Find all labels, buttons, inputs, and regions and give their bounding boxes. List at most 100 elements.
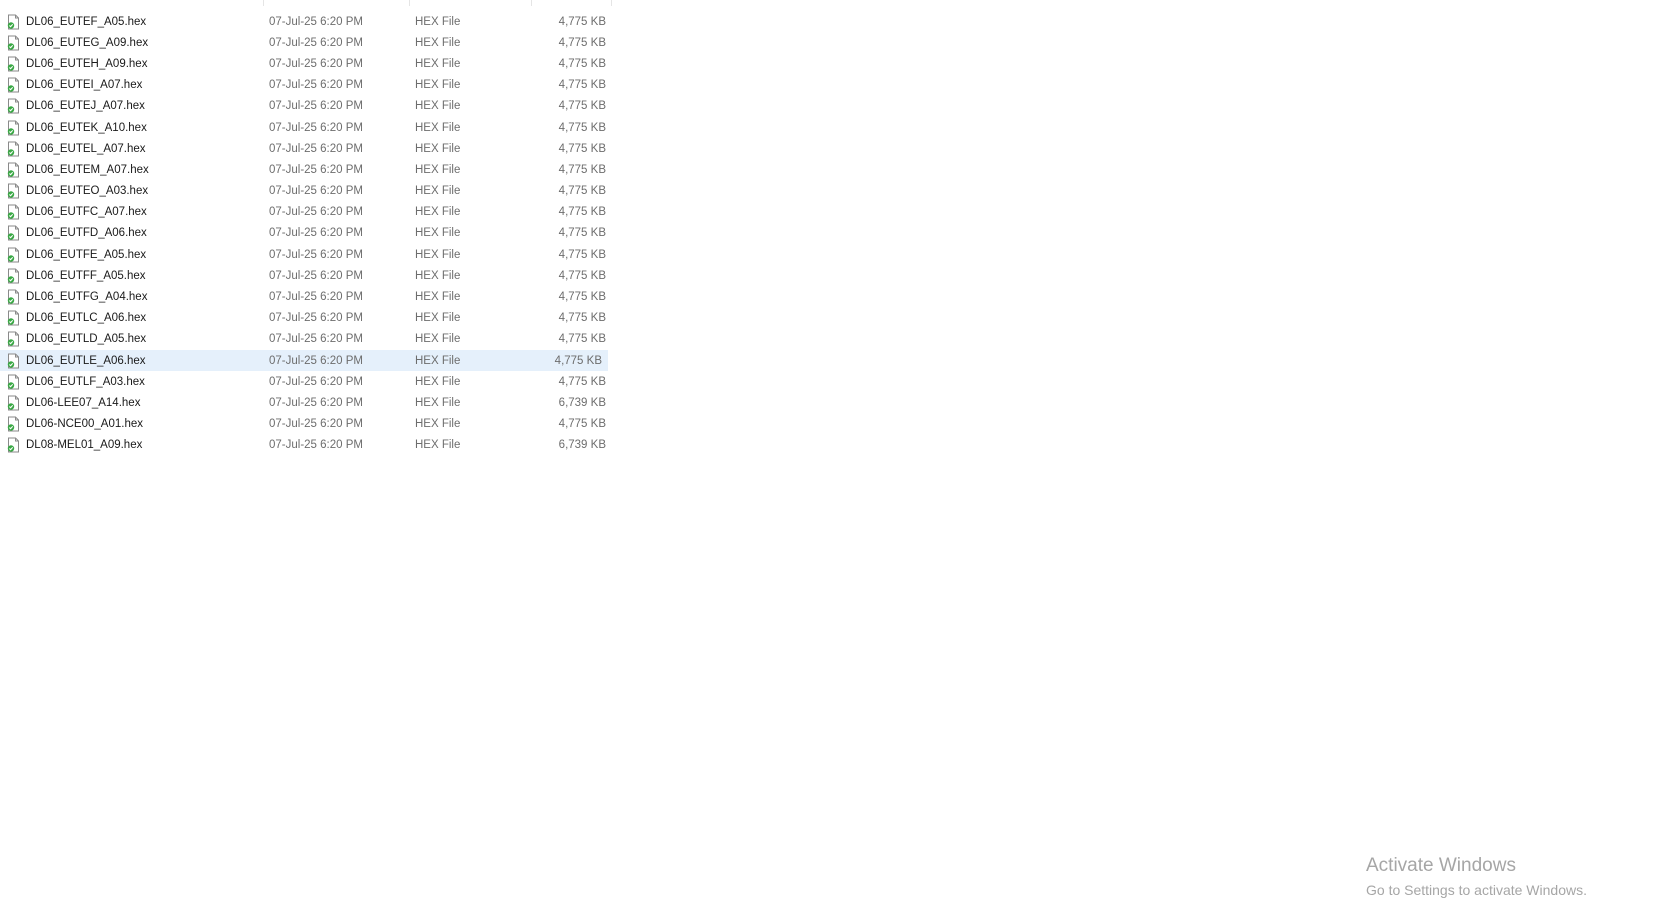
hex-file-icon <box>7 395 20 411</box>
file-name[interactable]: DL06_EUTLD_A05.hex <box>26 333 146 345</box>
file-name[interactable]: DL06_EUTEJ_A07.hex <box>26 100 145 112</box>
type-column-divider[interactable] <box>531 0 532 6</box>
file-size: 4,775 KB <box>558 291 606 304</box>
file-type: HEX File <box>415 312 461 325</box>
hex-file-icon <box>7 416 20 432</box>
file-date-modified: 07-Jul-25 6:20 PM <box>269 57 363 70</box>
file-size: 4,775 KB <box>558 418 606 431</box>
file-name[interactable]: DL06_EUTEG_A09.hex <box>26 37 148 49</box>
file-row[interactable]: DL06_EUTLF_A03.hex 07-Jul-25 6:20 PM HEX F… <box>0 371 612 392</box>
file-row[interactable]: DL06_EUTEF_A05.hex 07-Jul-25 6:20 PM HEX F… <box>0 11 612 32</box>
file-size: 4,775 KB <box>558 163 606 176</box>
size-column-divider[interactable] <box>611 0 612 6</box>
file-name[interactable]: DL06_EUTLF_A03.hex <box>26 376 145 388</box>
file-size: 4,775 KB <box>558 333 606 346</box>
file-type: HEX File <box>415 57 461 70</box>
file-type: HEX File <box>415 354 461 367</box>
file-row[interactable]: DL06_EUTLC_A06.hex 07-Jul-25 6:20 PM HEX F… <box>0 308 612 329</box>
file-size: 4,775 KB <box>558 36 606 49</box>
file-row[interactable]: DL06-NCE00_A01.hex 07-Jul-25 6:20 PM HEX F… <box>0 414 612 435</box>
file-size: 4,775 KB <box>558 15 606 28</box>
file-size: 4,775 KB <box>558 142 606 155</box>
file-type: HEX File <box>415 248 461 261</box>
file-date-modified: 07-Jul-25 6:20 PM <box>269 185 363 198</box>
file-row[interactable]: DL06_EUTEL_A07.hex 07-Jul-25 6:20 PM HEX F… <box>0 138 612 159</box>
file-size: 4,775 KB <box>558 121 606 134</box>
hex-file-icon <box>7 225 20 241</box>
hex-file-icon <box>7 204 20 220</box>
activate-windows-watermark: Activate Windows Go to Settings to activ… <box>1366 854 1587 900</box>
file-row[interactable]: DL06_EUTLD_A05.hex 07-Jul-25 6:20 PM HEX F… <box>0 329 612 350</box>
hex-file-icon <box>7 353 20 369</box>
file-row[interactable]: DL06_EUTFG_A04.hex 07-Jul-25 6:20 PM HEX F… <box>0 286 612 307</box>
watermark-title: Activate Windows <box>1366 855 1516 876</box>
file-row[interactable]: DL06_EUTEI_A07.hex 07-Jul-25 6:20 PM HEX F… <box>0 75 612 96</box>
file-date-modified: 07-Jul-25 6:20 PM <box>269 100 363 113</box>
file-name[interactable]: DL06_EUTLE_A06.hex <box>26 355 146 367</box>
file-name[interactable]: DL06-LEE07_A14.hex <box>26 397 140 409</box>
hex-file-icon <box>7 98 20 114</box>
file-row[interactable]: DL06_EUTFC_A07.hex 07-Jul-25 6:20 PM HEX F… <box>0 202 612 223</box>
file-type: HEX File <box>415 375 461 388</box>
file-name[interactable]: DL06_EUTFG_A04.hex <box>26 291 147 303</box>
file-row[interactable]: DL06_EUTEH_A09.hex 07-Jul-25 6:20 PM HEX F… <box>0 53 612 74</box>
file-date-modified: 07-Jul-25 6:20 PM <box>269 163 363 176</box>
date-column-divider[interactable] <box>409 0 410 6</box>
hex-file-icon <box>7 310 20 326</box>
file-type: HEX File <box>415 15 461 28</box>
file-type: HEX File <box>415 418 461 431</box>
file-name[interactable]: DL06_EUTFD_A06.hex <box>26 227 147 239</box>
file-row[interactable]: DL06_EUTFD_A06.hex 07-Jul-25 6:20 PM HEX F… <box>0 223 612 244</box>
file-row[interactable]: DL06-LEE07_A14.hex 07-Jul-25 6:20 PM HEX F… <box>0 392 612 413</box>
file-name[interactable]: DL06_EUTLC_A06.hex <box>26 312 146 324</box>
file-name[interactable]: DL06-NCE00_A01.hex <box>26 418 143 430</box>
file-type: HEX File <box>415 121 461 134</box>
file-name[interactable]: DL06_EUTEM_A07.hex <box>26 164 149 176</box>
file-name[interactable]: DL08-MEL01_A09.hex <box>26 439 142 451</box>
file-size: 4,775 KB <box>558 79 606 92</box>
file-list: DL06_EUTEF_A05.hex 07-Jul-25 6:20 PM HEX F… <box>0 11 612 456</box>
file-row[interactable]: DL06_EUTLE_A06.hex 07-Jul-25 6:20 PM HEX F… <box>0 350 608 372</box>
file-row[interactable]: DL06_EUTEO_A03.hex 07-Jul-25 6:20 PM HEX F… <box>0 181 612 202</box>
file-size: 4,775 KB <box>558 185 606 198</box>
file-name[interactable]: DL06_EUTEO_A03.hex <box>26 185 148 197</box>
hex-file-icon <box>7 120 20 136</box>
file-row[interactable]: DL08-MEL01_A09.hex 07-Jul-25 6:20 PM HEX F… <box>0 435 612 456</box>
file-name[interactable]: DL06_EUTFF_A05.hex <box>26 270 146 282</box>
file-name[interactable]: DL06_EUTFC_A07.hex <box>26 206 147 218</box>
file-type: HEX File <box>415 36 461 49</box>
file-row[interactable]: DL06_EUTEG_A09.hex 07-Jul-25 6:20 PM HEX F… <box>0 32 612 53</box>
file-row[interactable]: DL06_EUTEK_A10.hex 07-Jul-25 6:20 PM HEX F… <box>0 117 612 138</box>
file-type: HEX File <box>415 396 461 409</box>
file-size: 4,775 KB <box>558 248 606 261</box>
file-date-modified: 07-Jul-25 6:20 PM <box>269 248 363 261</box>
file-row[interactable]: DL06_EUTEJ_A07.hex 07-Jul-25 6:20 PM HEX F… <box>0 96 612 117</box>
file-name[interactable]: DL06_EUTEF_A05.hex <box>26 16 146 28</box>
file-size: 6,739 KB <box>558 439 606 452</box>
file-type: HEX File <box>415 206 461 219</box>
file-date-modified: 07-Jul-25 6:20 PM <box>269 36 363 49</box>
hex-file-icon <box>7 35 20 51</box>
hex-file-icon <box>7 14 20 30</box>
hex-file-icon <box>7 77 20 93</box>
hex-file-icon <box>7 183 20 199</box>
file-name[interactable]: DL06_EUTEI_A07.hex <box>26 79 142 91</box>
file-size: 4,775 KB <box>558 269 606 282</box>
file-size: 6,739 KB <box>558 396 606 409</box>
file-date-modified: 07-Jul-25 6:20 PM <box>269 79 363 92</box>
name-column-divider[interactable] <box>263 0 264 6</box>
file-type: HEX File <box>415 185 461 198</box>
file-type: HEX File <box>415 142 461 155</box>
file-row[interactable]: DL06_EUTFF_A05.hex 07-Jul-25 6:20 PM HEX F… <box>0 265 612 286</box>
file-name[interactable]: DL06_EUTFE_A05.hex <box>26 249 146 261</box>
file-name[interactable]: DL06_EUTEL_A07.hex <box>26 143 146 155</box>
file-date-modified: 07-Jul-25 6:20 PM <box>269 418 363 431</box>
file-date-modified: 07-Jul-25 6:20 PM <box>269 227 363 240</box>
watermark-subtitle: Go to Settings to activate Windows. <box>1366 882 1587 898</box>
hex-file-icon <box>7 162 20 178</box>
file-row[interactable]: DL06_EUTEM_A07.hex 07-Jul-25 6:20 PM HEX F… <box>0 159 612 180</box>
file-name[interactable]: DL06_EUTEK_A10.hex <box>26 122 147 134</box>
file-name[interactable]: DL06_EUTEH_A09.hex <box>26 58 147 70</box>
file-type: HEX File <box>415 100 461 113</box>
file-row[interactable]: DL06_EUTFE_A05.hex 07-Jul-25 6:20 PM HEX F… <box>0 244 612 265</box>
